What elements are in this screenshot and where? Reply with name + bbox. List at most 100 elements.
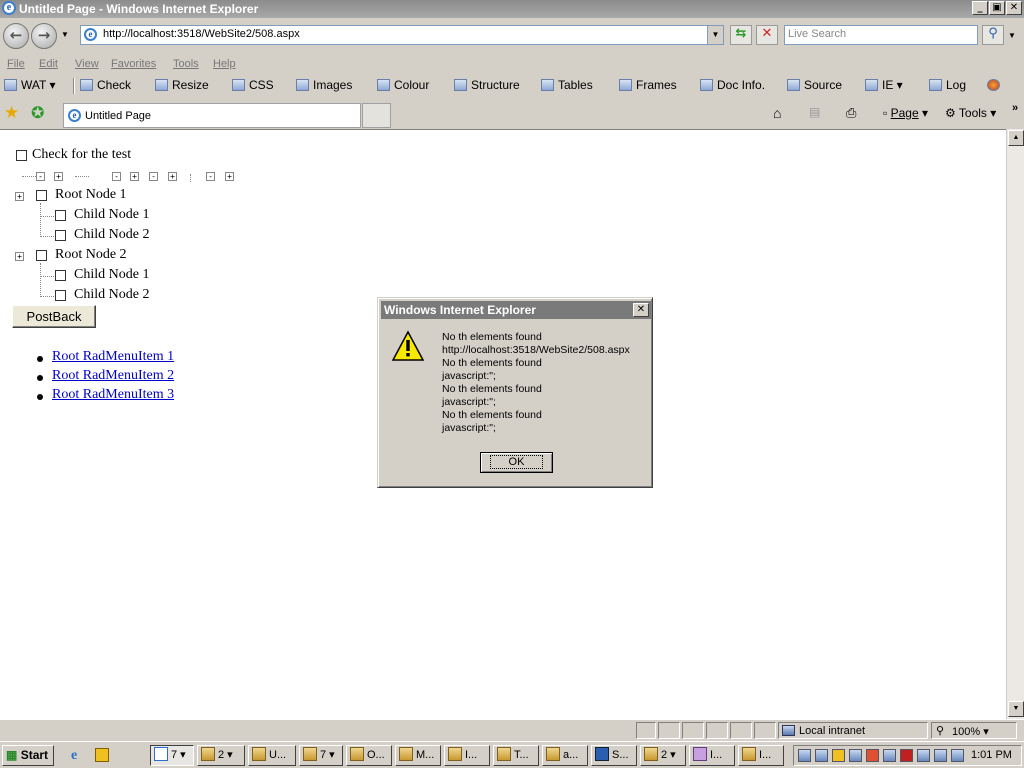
tree-expand-toggle[interactable]: + — [15, 252, 24, 261]
tools-menu[interactable]: ⚙ Tools ▾ — [945, 106, 996, 120]
images-button[interactable]: Images — [296, 78, 352, 92]
minimize-button[interactable]: _ — [972, 1, 988, 15]
check-for-test-checkbox[interactable] — [16, 150, 27, 161]
address-bar[interactable]: e http://localhost:3518/WebSite2/508.asp… — [80, 25, 724, 45]
taskbar-button[interactable]: I... — [689, 745, 735, 766]
menu-edit[interactable]: Edit — [39, 58, 58, 70]
back-button[interactable]: ← — [3, 23, 29, 49]
check-button[interactable]: Check — [80, 78, 131, 92]
radmenu-item-2[interactable]: Root RadMenuItem 2 — [52, 368, 174, 384]
tree-node-checkbox[interactable] — [36, 190, 47, 201]
tree-node-checkbox[interactable] — [55, 230, 66, 241]
postback-button[interactable]: PostBack — [12, 305, 96, 328]
feeds-icon[interactable]: ▤ — [809, 105, 820, 119]
tree-node-label[interactable]: Child Node 1 — [74, 207, 149, 223]
tray-icon[interactable] — [951, 749, 964, 762]
tray-icon[interactable] — [849, 749, 862, 762]
taskbar-button[interactable]: O... — [346, 745, 392, 766]
taskbar-button[interactable]: I... — [738, 745, 784, 766]
structure-button[interactable]: Structure — [454, 78, 520, 92]
menu-file[interactable]: File — [7, 58, 25, 70]
tree-node-checkbox[interactable] — [55, 210, 66, 221]
tree-node-checkbox[interactable] — [55, 270, 66, 281]
tray-icon[interactable] — [883, 749, 896, 762]
tray-icon[interactable] — [900, 749, 913, 762]
tray-icon[interactable] — [815, 749, 828, 762]
resize-button[interactable]: Resize — [155, 78, 209, 92]
taskbar-button[interactable]: 7 ▾ — [150, 745, 194, 766]
tree-node-label[interactable]: Root Node 2 — [55, 247, 127, 263]
taskbar-button[interactable]: 2 ▾ — [640, 745, 686, 766]
ok-button[interactable]: OK — [480, 452, 553, 473]
colour-button[interactable]: Colour — [377, 78, 429, 92]
taskbar-button[interactable]: S... — [591, 745, 637, 766]
tray-icon[interactable] — [917, 749, 930, 762]
zone-indicator[interactable]: Local intranet — [778, 722, 928, 739]
maximize-button[interactable]: ▣ — [989, 1, 1005, 15]
tab-untitled-page[interactable]: e Untitled Page — [63, 103, 361, 128]
stop-button[interactable]: ✕ — [756, 25, 778, 45]
search-input[interactable]: Live Search — [784, 25, 978, 45]
menu-tools[interactable]: Tools — [173, 58, 199, 70]
dialog-titlebar[interactable]: Windows Internet Explorer ✕ — [381, 301, 651, 319]
tree-node-label[interactable]: Child Node 1 — [74, 267, 149, 283]
source-button[interactable]: Source — [787, 78, 842, 92]
log-button[interactable]: Log — [929, 78, 966, 92]
taskbar-button[interactable]: 7 ▾ — [299, 745, 343, 766]
taskbar-button[interactable]: U... — [248, 745, 296, 766]
address-input[interactable]: http://localhost:3518/WebSite2/508.aspx — [103, 28, 300, 40]
tray-icon[interactable] — [866, 749, 879, 762]
favorites-star-icon[interactable]: ★ — [4, 103, 19, 123]
tray-icon[interactable] — [832, 749, 845, 762]
new-tab-button[interactable] — [362, 103, 391, 128]
taskbar-button[interactable]: a... — [542, 745, 588, 766]
search-options-icon[interactable]: ▼ — [1008, 31, 1016, 40]
forward-button[interactable]: → — [31, 23, 57, 49]
tree-node-label[interactable]: Child Node 2 — [74, 287, 149, 303]
wat-button[interactable]: WAT ▾ — [4, 78, 55, 92]
window-titlebar[interactable]: e Untitled Page - Windows Internet Explo… — [0, 0, 1024, 18]
status-cell — [636, 722, 656, 739]
tree-node-label[interactable]: Child Node 2 — [74, 227, 149, 243]
tree-node-label[interactable]: Root Node 1 — [55, 187, 127, 203]
taskbar-button[interactable]: T... — [493, 745, 539, 766]
address-dropdown-icon[interactable]: ▼ — [707, 26, 723, 44]
taskbar-button[interactable]: I... — [444, 745, 490, 766]
taskbar-button[interactable]: M... — [395, 745, 441, 766]
tree-expand-toggle[interactable]: + — [15, 192, 24, 201]
radmenu-item-1[interactable]: Root RadMenuItem 1 — [52, 349, 174, 365]
clock[interactable]: 1:01 PM — [971, 749, 1012, 761]
firefox-icon[interactable] — [987, 78, 1004, 92]
refresh-button[interactable]: ⇆ — [730, 25, 752, 45]
menu-favorites[interactable]: Favorites — [111, 58, 156, 70]
start-button[interactable]: ▦ Start — [2, 745, 54, 766]
menu-help[interactable]: Help — [213, 58, 236, 70]
tray-icon[interactable] — [798, 749, 811, 762]
close-button[interactable]: ✕ — [1006, 1, 1022, 15]
dialog-close-button[interactable]: ✕ — [633, 303, 649, 317]
tree-node-checkbox[interactable] — [36, 250, 47, 261]
search-icon[interactable]: ⚲ — [982, 25, 1004, 45]
chevron-more-icon[interactable]: » — [1012, 102, 1018, 114]
quicklaunch-ie-icon[interactable]: e — [71, 748, 77, 764]
css-button[interactable]: CSS — [232, 78, 274, 92]
quicklaunch-outlook-icon[interactable] — [95, 748, 109, 762]
add-favorite-icon[interactable]: ✪ — [31, 103, 44, 123]
zoom-control[interactable]: ⚲ 100% ▾ — [931, 722, 1017, 739]
tables-button[interactable]: Tables — [541, 78, 593, 92]
menu-view[interactable]: View — [75, 58, 99, 70]
history-dropdown-icon[interactable]: ▼ — [61, 30, 69, 39]
page-menu[interactable]: ▫ Page ▾ — [883, 106, 928, 120]
tray-icon[interactable] — [934, 749, 947, 762]
vertical-scrollbar[interactable]: ▲ ▼ — [1006, 129, 1024, 719]
scroll-up-icon[interactable]: ▲ — [1008, 130, 1024, 146]
home-icon[interactable]: ⌂ — [773, 105, 781, 121]
print-icon[interactable]: ⎙ — [846, 105, 856, 121]
ie-button[interactable]: IE ▾ — [865, 78, 903, 92]
scroll-down-icon[interactable]: ▼ — [1008, 701, 1024, 717]
radmenu-item-3[interactable]: Root RadMenuItem 3 — [52, 387, 174, 403]
frames-button[interactable]: Frames — [619, 78, 677, 92]
tree-node-checkbox[interactable] — [55, 290, 66, 301]
taskbar-button[interactable]: 2 ▾ — [197, 745, 245, 766]
doc-info-button[interactable]: Doc Info. — [700, 78, 765, 92]
